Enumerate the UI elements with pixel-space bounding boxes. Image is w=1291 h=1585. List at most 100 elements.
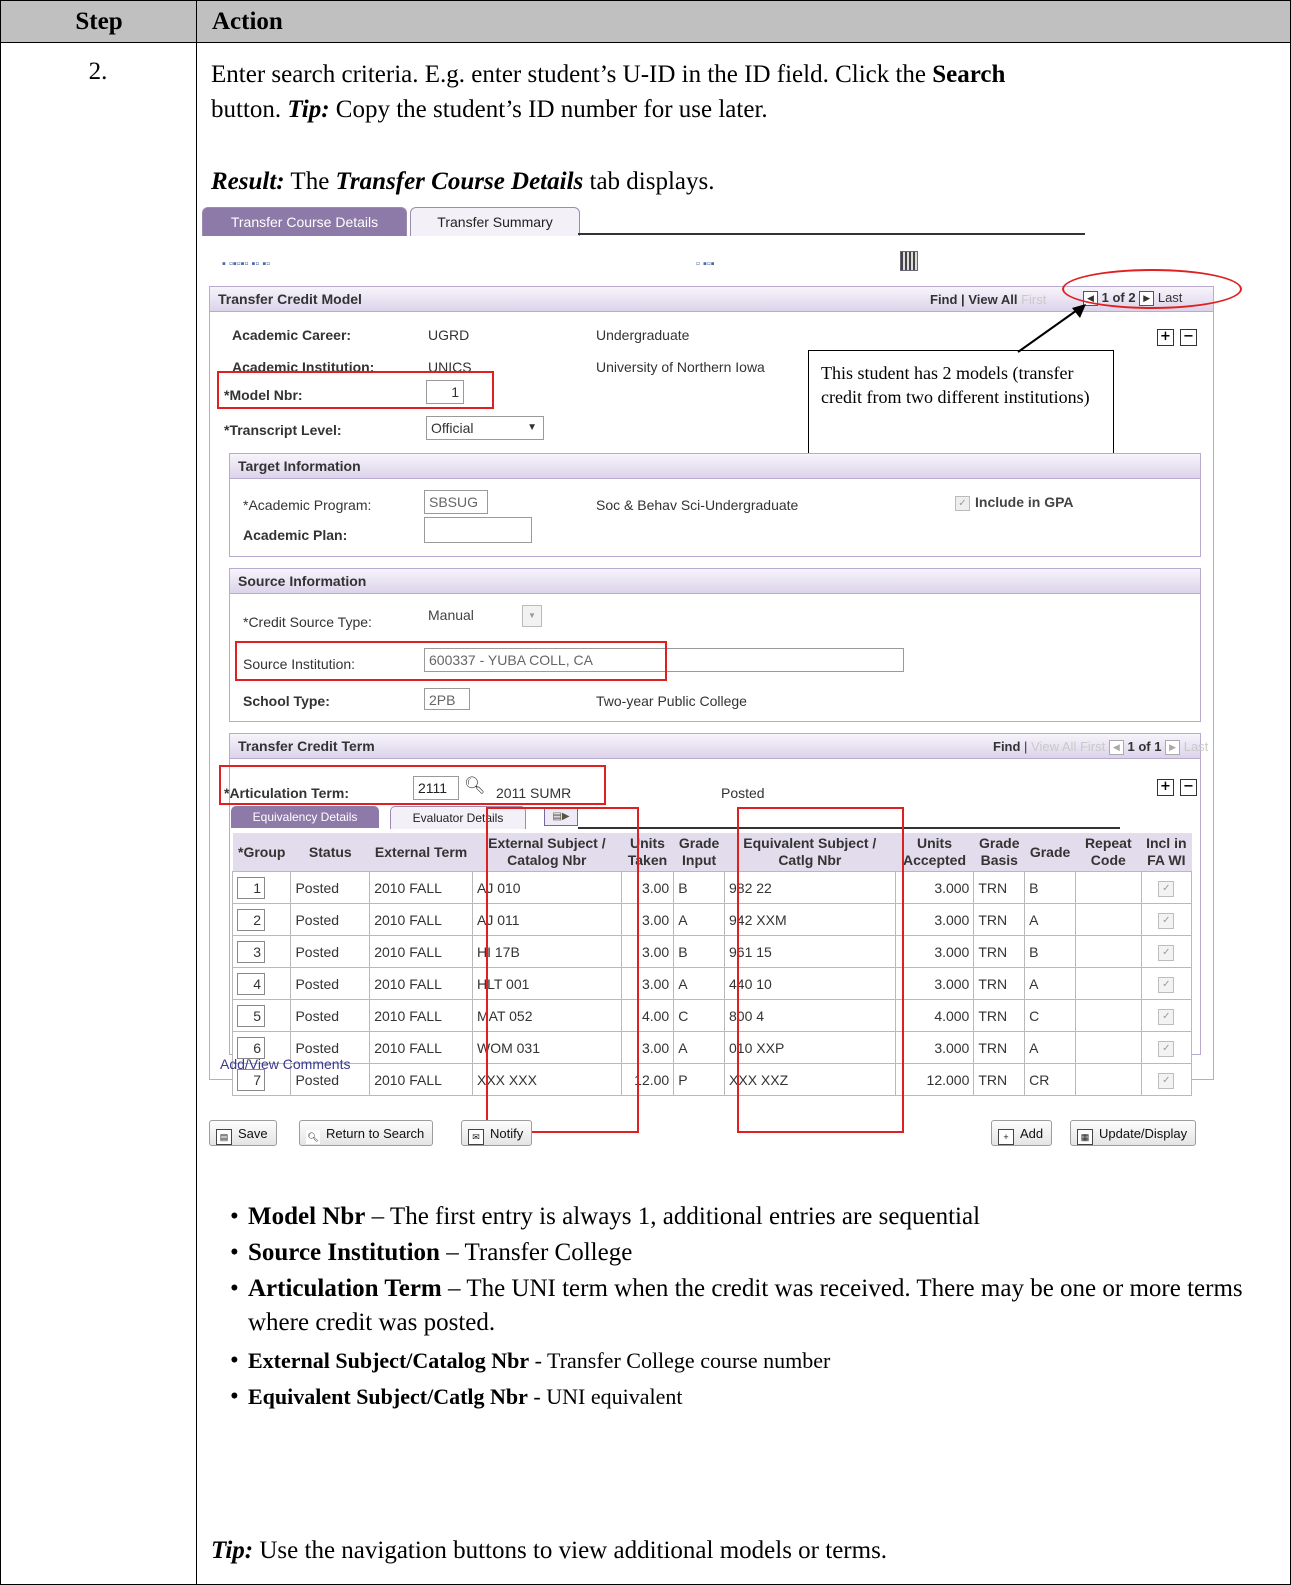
academic-program-desc: Soc & Behav Sci-Undergraduate xyxy=(596,497,799,513)
intro-text-2: button. xyxy=(211,96,288,123)
intro-line-2: button. Tip: Copy the student’s ID numbe… xyxy=(211,93,768,127)
row-units-accepted-cell: 3.000 xyxy=(894,871,975,904)
term-first-link[interactable]: First xyxy=(1080,739,1105,754)
row-grade-basis-cell: TRN xyxy=(973,999,1026,1032)
row-grade-input-cell: A xyxy=(673,967,726,1000)
group-input[interactable]: 4 xyxy=(237,972,265,995)
incl-fa-wi-checkbox[interactable]: ✓ xyxy=(1158,881,1175,897)
term-next-arrow-icon[interactable]: ▶ xyxy=(1165,740,1181,756)
photo-icon[interactable] xyxy=(900,251,918,271)
row-grade-input: B xyxy=(678,943,688,960)
row-external-term-cell: 2010 FALL xyxy=(369,1031,473,1064)
bullet-dot: • xyxy=(230,1275,239,1302)
add-view-comments-link[interactable]: Add/View Comments xyxy=(220,1056,350,1072)
final-tip-label: Tip: xyxy=(211,1537,254,1564)
row-units-taken: 3.00 xyxy=(641,1039,670,1056)
academic-institution-desc: University of Northern Iowa xyxy=(596,359,765,375)
row-grade-basis-cell: TRN xyxy=(973,967,1026,1000)
row-grade-basis: TRN xyxy=(978,1071,1008,1088)
row-status: Posted xyxy=(295,943,340,960)
credit-source-dropdown-icon[interactable]: ▼ xyxy=(522,605,542,627)
model-find-link[interactable]: Find xyxy=(930,292,957,307)
row-grade-basis: TRN xyxy=(978,879,1008,896)
incl-fa-wi-checkbox[interactable]: ✓ xyxy=(1158,1073,1175,1089)
term-view-all-link[interactable]: View All xyxy=(1031,739,1076,754)
incl-fa-wi-checkbox[interactable]: ✓ xyxy=(1158,1041,1175,1057)
tab-transfer-course-details[interactable]: Transfer Course Details xyxy=(202,207,407,236)
group-input[interactable]: 3 xyxy=(237,940,265,963)
bullet-term: Source Institution xyxy=(248,1239,440,1266)
group-input[interactable]: 5 xyxy=(237,1004,265,1027)
academic-plan-label: Academic Plan: xyxy=(243,527,348,543)
term-count: 1 of 1 xyxy=(1127,739,1162,754)
row-units-taken: 3.00 xyxy=(641,879,670,896)
term-add-row-icon[interactable]: + xyxy=(1157,779,1174,796)
incl-fa-wi-checkbox[interactable]: ✓ xyxy=(1158,977,1175,993)
intro-text: Enter search criteria. E.g. enter studen… xyxy=(211,61,933,88)
tip-text: Copy the student’s ID number for use lat… xyxy=(329,96,768,123)
academic-career-desc: Undergraduate xyxy=(596,327,690,343)
table-row: 2 Posted 2010 FALL AJ 011 3.00 A 942 XXM 3.000 T… xyxy=(231,903,1193,936)
transcript-level-select[interactable]: Official ▼ xyxy=(426,416,544,440)
return-to-search-button[interactable]: 🔍︎ Return to Search xyxy=(299,1120,434,1146)
table-row: 5 Posted 2010 FALL MAT 052 4.00 C 800 4 4.000 TR… xyxy=(231,999,1193,1032)
incl-fa-wi-checkbox[interactable]: ✓ xyxy=(1158,913,1175,929)
term-find-link[interactable]: Find xyxy=(993,739,1020,754)
row-units-taken: 3.00 xyxy=(641,911,670,928)
row-external-term: 2010 FALL xyxy=(374,879,442,896)
term-prev-arrow-icon[interactable]: ◀ xyxy=(1108,740,1124,756)
tab-transfer-summary[interactable]: Transfer Summary xyxy=(410,207,580,236)
callout-note: This student has 2 models (transfer cred… xyxy=(808,350,1114,467)
bullet-sep: – xyxy=(365,1203,390,1230)
notify-label: Notify xyxy=(490,1126,524,1141)
add-button[interactable]: + Add xyxy=(991,1120,1053,1146)
dropdown-arrow-icon[interactable]: ▼ xyxy=(527,417,537,439)
row-grade: A xyxy=(1029,975,1039,992)
bullet-dot: • xyxy=(230,1239,239,1266)
row-units-taken: 4.00 xyxy=(641,1007,670,1024)
notify-button[interactable]: ✉ Notify xyxy=(461,1120,533,1146)
bullet-desc: UNI equivalent xyxy=(546,1384,683,1409)
student-id-blurred: ▫ ▪▫▪ xyxy=(696,258,715,270)
row-status-cell: Posted xyxy=(290,935,371,968)
term-last-link[interactable]: Last xyxy=(1184,739,1209,754)
row-grade-basis-cell: TRN xyxy=(973,1063,1026,1096)
term-nav: Find | View All First ◀ 1 of 1 ▶ Last xyxy=(993,739,1209,756)
row-grade-cell: B xyxy=(1024,871,1076,904)
tab-equivalency-details[interactable]: Equivalency Details xyxy=(231,806,379,828)
school-type-desc: Two-year Public College xyxy=(596,693,747,709)
add-row-icon[interactable]: + xyxy=(1157,329,1174,346)
group-input[interactable]: 1 xyxy=(237,876,265,899)
save-button[interactable]: ▤ Save xyxy=(209,1120,277,1146)
row-grade-input: B xyxy=(678,879,688,896)
incl-fa-wi-checkbox[interactable]: ✓ xyxy=(1158,1009,1175,1025)
include-gpa-checkbox[interactable]: ✓ xyxy=(955,496,970,511)
group-input-cell: 5 xyxy=(231,999,292,1032)
academic-plan-input[interactable] xyxy=(424,517,532,543)
row-status: Posted xyxy=(295,1007,340,1024)
row-units-accepted: 12.000 xyxy=(926,1071,970,1088)
bullet-sep: – xyxy=(441,1275,467,1302)
incl-fa-wi-checkbox[interactable]: ✓ xyxy=(1158,945,1175,961)
incl-fa-wi-cell: ✓ xyxy=(1140,903,1193,936)
row-grade-basis-cell: TRN xyxy=(973,903,1026,936)
row-units-accepted: 3.000 xyxy=(934,975,970,992)
academic-program-input[interactable]: SBSUG xyxy=(424,490,488,514)
target-info-title: Target Information xyxy=(238,458,361,474)
intro-line-1: Enter search criteria. E.g. enter studen… xyxy=(211,58,1005,92)
row-units-taken: 3.00 xyxy=(641,943,670,960)
incl-fa-wi-cell: ✓ xyxy=(1140,1063,1193,1096)
tip-label: Tip: xyxy=(287,96,330,123)
term-delete-row-icon[interactable]: − xyxy=(1180,779,1197,796)
bullet-desc: Transfer College course number xyxy=(547,1348,831,1373)
delete-row-icon[interactable]: − xyxy=(1180,329,1197,346)
update-display-button[interactable]: ▦ Update/Display xyxy=(1070,1120,1197,1146)
group-input-cell: 3 xyxy=(231,935,292,968)
group-input[interactable]: 2 xyxy=(237,908,265,931)
school-type-input[interactable]: 2PB xyxy=(424,688,470,710)
row-units-accepted-cell: 3.000 xyxy=(894,1031,975,1064)
row-units-accepted: 3.000 xyxy=(934,879,970,896)
row-grade: A xyxy=(1029,1039,1039,1056)
transfer-credit-model-title: Transfer Credit Model xyxy=(218,291,362,307)
row-grade-input: A xyxy=(678,911,688,928)
